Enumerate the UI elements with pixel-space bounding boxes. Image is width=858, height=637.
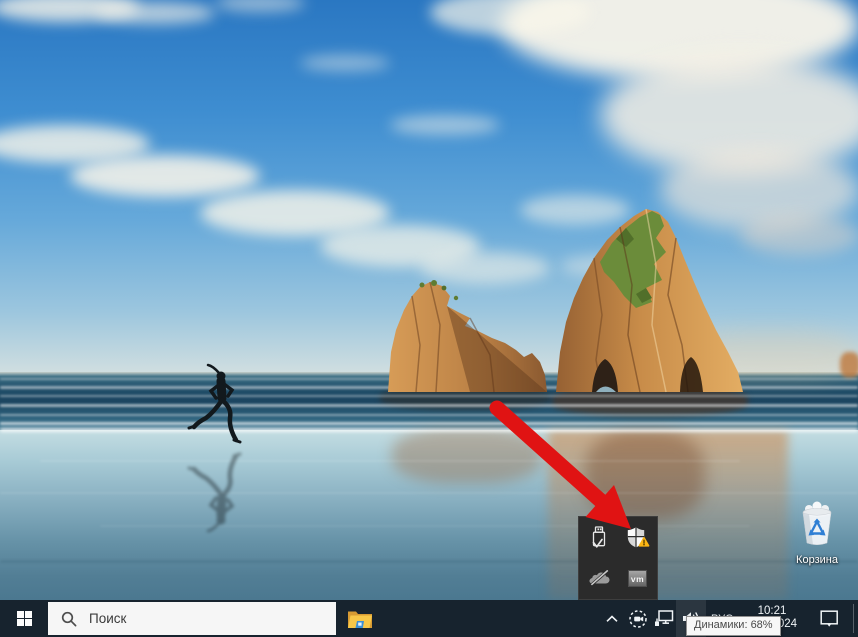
tray-chevron-button[interactable] [600,600,624,637]
rock-reflection [585,430,705,520]
foam [0,404,858,407]
recycle-bin-label: Корзина [788,554,846,566]
cloud [95,2,215,24]
search-input[interactable] [87,610,336,627]
usb-safely-remove-icon[interactable] [579,517,618,558]
foam [0,428,858,432]
taskbar-search[interactable] [48,602,336,635]
distant-headland [840,352,858,378]
rock-reflection [392,428,542,483]
meet-now-button[interactable] [626,600,650,637]
cloud [70,155,260,197]
cloud [390,115,500,135]
recycle-bin-icon [795,501,839,548]
recycle-bin[interactable]: Корзина [788,501,846,563]
network-icon [654,609,675,628]
onedrive-offline-icon[interactable] [579,558,618,599]
show-desktop-divider[interactable] [853,604,854,633]
sand-streak [40,460,740,462]
network-button[interactable] [652,600,676,637]
vmware-tools-icon[interactable]: vm [618,558,657,599]
file-explorer-button[interactable] [336,600,384,637]
rock-formations [370,195,770,400]
desktop-wallpaper [0,0,858,600]
foam [0,422,858,425]
jogger-silhouette [180,360,250,535]
volume-tooltip: Динамики: 68% [686,616,781,636]
windows-logo-icon [17,611,32,626]
volume-tooltip-text: Динамики: 68% [694,619,773,631]
action-center-button[interactable] [808,600,850,637]
windows-security-warning-icon[interactable] [618,517,657,558]
start-button[interactable] [0,600,48,637]
action-center-icon [820,610,839,628]
sand-streak [0,560,858,563]
vmware-tools-label: vm [628,570,647,587]
foam [0,414,858,416]
file-explorer-icon [347,608,373,629]
tray-overflow-popup: vm [578,516,658,600]
search-icon [61,611,77,627]
cloud [300,55,390,71]
sand-streak [0,492,858,494]
chevron-up-icon [606,615,618,623]
meet-now-icon [628,609,648,629]
